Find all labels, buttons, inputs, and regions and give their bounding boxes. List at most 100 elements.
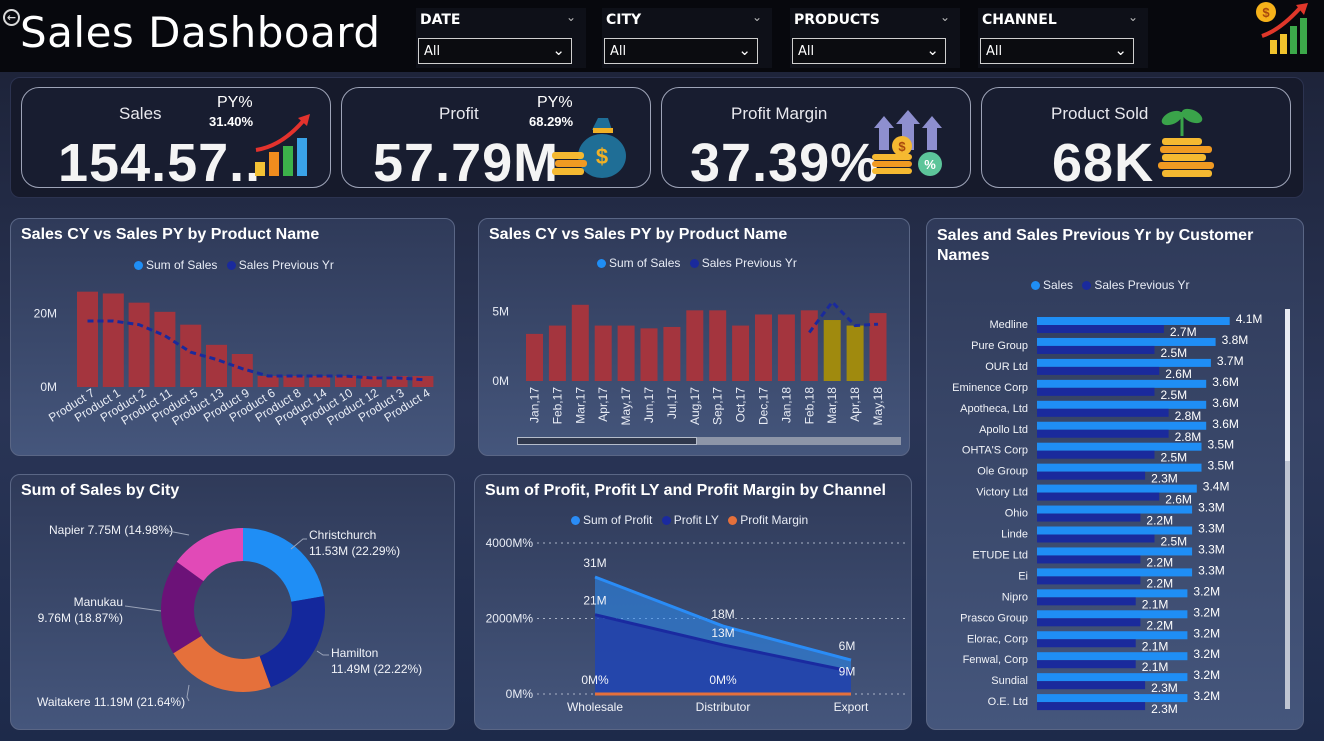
bar [755,314,772,381]
card-value: 154.57.. [58,133,262,193]
products-dropdown[interactable]: All ⌄ [792,38,946,64]
data-label: Napier 7.75M (14.98%) [49,523,173,537]
data-label: 2.1M [1142,639,1169,653]
category-label: Apotheca, Ltd [960,403,1028,415]
bar [1037,513,1141,522]
svg-text:%: % [924,157,936,172]
monthly-sales-panel: Sales CY vs Sales PY by Product Name Sum… [478,218,910,456]
data-label: 3.7M [1217,354,1244,368]
card-title: Profit Margin [731,104,828,123]
bar [548,325,566,381]
scrollbar-thumb[interactable] [517,437,697,445]
card-title: Product Sold [1051,104,1149,123]
customer-sales-panel: Sales and Sales Previous Yr by Customer … [926,218,1304,730]
leader-line [316,650,329,656]
slicer-products[interactable]: PRODUCTS ⌄ All ⌄ [790,8,960,68]
slicer-label: CHANNEL [982,12,1057,28]
bar [1037,618,1141,627]
svg-text:$: $ [596,144,608,169]
data-label: 2.5M [1161,451,1188,465]
back-arrow-icon[interactable]: ← [3,9,20,26]
series-line [808,299,879,334]
data-label: 9.76M (18.87%) [38,611,123,625]
bar [1037,337,1216,346]
chevron-down-icon: ⌄ [926,41,939,59]
bar [1037,547,1193,556]
leader-line [186,684,190,702]
x-tick-label: Apr,17 [596,387,610,422]
chevron-down-icon[interactable]: ⌄ [1128,10,1140,24]
bar [640,328,658,381]
data-label: 2.8M [1175,430,1202,444]
data-label: 0M% [581,673,609,687]
data-label: 0M% [709,673,737,687]
city-dropdown[interactable]: All ⌄ [604,38,758,64]
category-label: Apollo Ltd [979,424,1028,436]
bar [1037,673,1188,682]
category-label: Pure Group [971,340,1028,352]
bar [1037,387,1155,396]
channel-dropdown[interactable]: All ⌄ [980,38,1134,64]
x-tick-label: Oct,17 [734,387,748,423]
data-label: 3.3M [1198,563,1225,577]
data-label: 2.1M [1142,660,1169,674]
slicer-channel[interactable]: CHANNEL ⌄ All ⌄ [978,8,1148,68]
chevron-down-icon[interactable]: ⌄ [752,10,764,24]
bar [823,320,841,381]
leader-line [124,605,162,612]
card-title: Profit [439,104,479,123]
vertical-scrollbar[interactable] [1285,309,1290,709]
bar [412,376,434,387]
x-tick-label: Dec,17 [757,387,771,425]
x-tick-label: Wholesale [567,700,623,714]
chevron-down-icon[interactable]: ⌄ [566,10,578,24]
profit-card: Profit PY% 68.29% 57.79M $ [341,87,651,193]
bar [1037,463,1202,472]
y-tick-label: 0M [492,374,509,388]
data-label: Manukau [74,595,123,609]
bar [128,302,150,387]
money-growth-chart-icon: $ [1256,2,1308,54]
slicer-city[interactable]: CITY ⌄ All ⌄ [602,8,772,68]
data-label: 2.5M [1161,388,1188,402]
bar [1037,492,1160,501]
x-tick-label: May,17 [619,387,633,426]
bar [1037,555,1141,564]
bar [1037,702,1146,711]
x-tick-label: Distributor [696,700,751,714]
category-label: O.E. Ltd [988,696,1028,708]
scrollbar-thumb[interactable] [1285,309,1290,461]
chevron-down-icon: ⌄ [738,41,751,59]
bar [1037,597,1136,606]
category-label: Prasco Group [960,612,1028,624]
bar [869,313,887,381]
data-label: 2.6M [1165,367,1192,381]
category-label: Victory Ltd [976,487,1028,499]
chevron-down-icon[interactable]: ⌄ [940,10,952,24]
channel-profit-panel: Sum of Profit, Profit LY and Profit Marg… [474,474,912,730]
bar [1037,471,1146,480]
data-label: 3.2M [1193,689,1220,703]
chevron-down-icon: ⌄ [552,41,565,59]
x-tick-label: Sep,17 [711,387,725,425]
horizontal-scrollbar[interactable] [517,437,901,445]
data-label: 3.6M [1212,375,1239,389]
x-tick-label: Aug,17 [688,387,702,425]
sales-card: Sales PY% 31.40% 154.57.. [21,87,331,193]
dropdown-value: All [986,44,1003,59]
data-label: 2.3M [1151,472,1178,486]
x-tick-label: Jun,17 [642,387,656,423]
slicer-date[interactable]: DATE ⌄ All ⌄ [416,8,586,68]
data-label: 3.4M [1203,480,1230,494]
pie-slice [259,596,325,688]
data-label: 3.2M [1193,605,1220,619]
bar [1037,408,1169,417]
x-tick-label: Mar,17 [573,387,587,424]
bar [571,304,589,381]
data-label: 3.2M [1193,647,1220,661]
date-dropdown[interactable]: All ⌄ [418,38,572,64]
dropdown-value: All [798,44,815,59]
category-label: Ohio [1005,508,1028,520]
y-tick-label: 5M [492,305,509,319]
bar [1037,366,1160,375]
